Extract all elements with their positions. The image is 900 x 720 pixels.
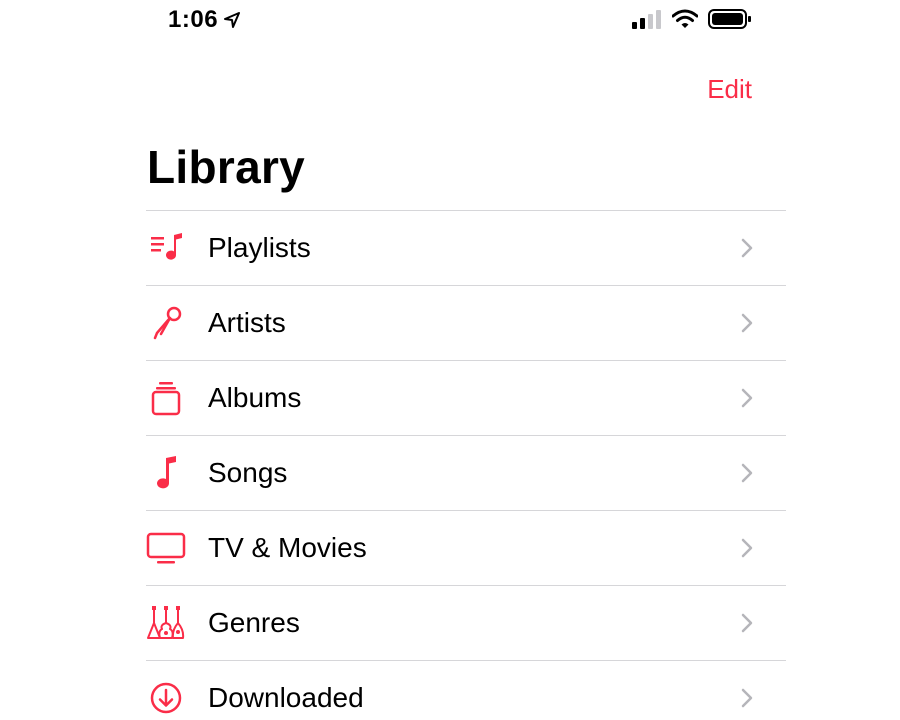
library-item-tv-movies[interactable]: TV & Movies <box>146 511 786 586</box>
edit-button[interactable]: Edit <box>707 74 752 105</box>
music-library-screen: 1:06 Edit Library Playlists Artists Albu… <box>0 0 900 720</box>
page-title: Library <box>147 141 306 193</box>
location-arrow-icon <box>224 12 241 28</box>
library-list: Playlists Artists Albums Songs TV & Movi… <box>146 210 786 720</box>
chevron-right-icon <box>741 538 753 558</box>
item-label: Genres <box>208 607 300 638</box>
chevron-right-icon <box>741 688 753 708</box>
item-label: Artists <box>208 307 286 338</box>
guitars-icon <box>146 603 186 643</box>
battery-icon <box>708 9 751 29</box>
albums-icon <box>146 378 186 418</box>
status-indicators <box>632 8 752 30</box>
wifi-icon <box>672 9 698 28</box>
chevron-right-icon <box>741 463 753 483</box>
status-time: 1:06 <box>168 6 219 33</box>
download-circle-icon <box>146 678 186 718</box>
chevron-right-icon <box>741 313 753 333</box>
library-item-songs[interactable]: Songs <box>146 436 786 511</box>
library-item-playlists[interactable]: Playlists <box>146 211 786 286</box>
item-label: TV & Movies <box>208 532 367 563</box>
chevron-right-icon <box>741 613 753 633</box>
chevron-right-icon <box>741 238 753 258</box>
item-label: Playlists <box>208 232 311 263</box>
microphone-icon <box>146 303 186 343</box>
item-label: Albums <box>208 382 302 413</box>
music-note-icon <box>146 453 186 493</box>
chevron-right-icon <box>741 388 753 408</box>
library-item-albums[interactable]: Albums <box>146 361 786 436</box>
status-bar: 1:06 <box>0 0 900 44</box>
library-item-genres[interactable]: Genres <box>146 586 786 661</box>
library-item-artists[interactable]: Artists <box>146 286 786 361</box>
status-time-group: 1:06 <box>168 6 241 34</box>
playlist-icon <box>146 228 186 268</box>
item-label: Songs <box>208 457 288 488</box>
item-label: Downloaded <box>208 682 364 713</box>
library-item-downloaded[interactable]: Downloaded <box>146 661 786 720</box>
cellular-signal-icon <box>632 10 661 29</box>
tv-icon <box>146 528 186 568</box>
